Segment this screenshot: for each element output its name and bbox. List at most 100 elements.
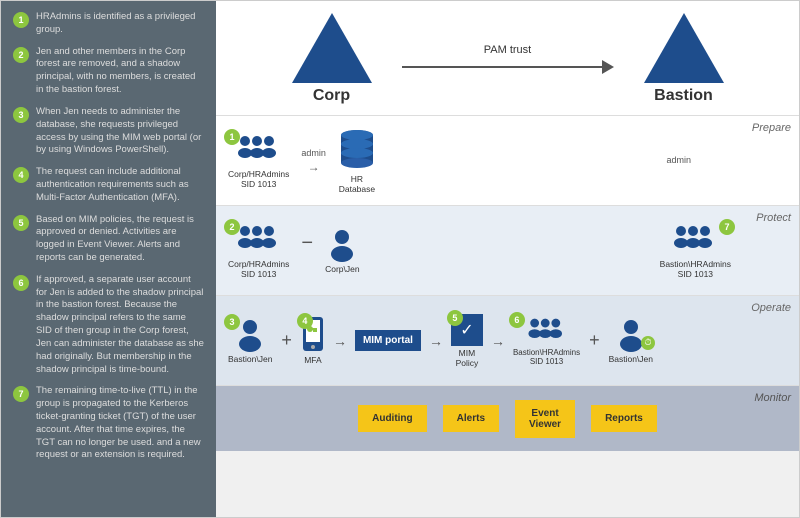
step-item: 6 If approved, a separate user account f…: [13, 274, 204, 377]
mim-portal-box: MIM portal: [355, 330, 421, 351]
bastion-hradmins: 7 Bastion\HRAdminsSID 1013: [660, 223, 731, 279]
step-number: 2: [13, 47, 29, 63]
arrow-shaft: [402, 66, 602, 68]
pam-trust-label: PAM trust: [484, 44, 531, 56]
bastion-hradmins-op-label: Bastion\HRAdminsSID 1013: [513, 348, 580, 366]
clock-icon: ⏱: [645, 337, 652, 348]
monitor-section: Monitor Auditing Alerts EventViewer Reports: [216, 386, 799, 451]
step-item: 5 Based on MIM policies, the request is …: [13, 214, 204, 265]
group-icon-bastion: [671, 223, 719, 257]
step-item: 3 When Jen needs to administer the datab…: [13, 106, 204, 157]
group-icon-protect: [235, 223, 283, 257]
sections-wrapper: Prepare 1: [216, 116, 799, 517]
plus1: +: [281, 330, 292, 351]
arrow-to-mim: →: [333, 333, 347, 349]
mfa-label: MFA: [304, 355, 321, 365]
step-item: 2 Jen and other members in the Corp fore…: [13, 46, 204, 97]
step1-badge: 1: [224, 129, 240, 145]
protect-content: 2 Corp/HRAdminsSID 1013 −: [228, 223, 787, 279]
prepare-section: Prepare 1: [216, 116, 799, 206]
prepare-content: 1 Corp/HRAdminsSID 1013: [228, 128, 787, 194]
clock-badge: ⏱: [641, 336, 655, 350]
corp-jen: Corp\Jen: [325, 228, 360, 274]
bastion-jen-op2: ⏱ Bastion\Jen: [609, 318, 653, 364]
step-number: 5: [13, 215, 29, 231]
monitor-btn-reports[interactable]: Reports: [591, 405, 657, 432]
hr-database-label: HRDatabase: [339, 174, 375, 194]
step-text: The request can include additional authe…: [36, 166, 204, 204]
group-icon-op: [523, 316, 571, 346]
step-number: 3: [13, 107, 29, 123]
step-number: 4: [13, 167, 29, 183]
corp-hradmins-protect: 2 Corp/HRAdminsSID 1013: [228, 223, 289, 279]
bastion-triangle: Bastion: [644, 13, 724, 105]
step-text: Based on MIM policies, the request is ap…: [36, 214, 204, 265]
mim-portal-label: MIM portal: [363, 335, 413, 346]
bastion-hradmins-label: Bastion\HRAdminsSID 1013: [660, 259, 731, 279]
step-item: 1 HRAdmins is identified as a privileged…: [13, 11, 204, 37]
operate-section: Operate 3 Bastion\Jen + 4: [216, 296, 799, 386]
person-icon-op2: [617, 318, 645, 352]
step-item: 7 The remaining time-to-live (TTL) in th…: [13, 385, 204, 462]
arrow-to-group: →: [491, 333, 505, 349]
monitor-btn-alerts[interactable]: Alerts: [443, 405, 499, 432]
left-panel: 1 HRAdmins is identified as a privileged…: [1, 1, 216, 517]
bastion-jen-op2-label: Bastion\Jen: [609, 354, 653, 364]
step-number: 7: [13, 386, 29, 402]
step-text: HRAdmins is identified as a privileged g…: [36, 11, 204, 37]
admin-arrow2: admin: [666, 155, 691, 167]
prepare-label: Prepare: [752, 122, 791, 134]
step6-badge: 6: [509, 312, 525, 328]
arrow-head: [602, 60, 614, 74]
monitor-label: Monitor: [754, 392, 791, 404]
operate-label: Operate: [751, 302, 791, 314]
admin-arrow1: admin →: [301, 148, 326, 174]
bastion-hradmins-op: 6 Bastion\HRAdminsSID 1013: [513, 316, 580, 366]
plus2: +: [589, 330, 600, 351]
step7-badge: 7: [719, 219, 735, 235]
step3-badge: 3: [224, 314, 240, 330]
corp-hradmins-group: 1 Corp/HRAdminsSID 1013: [228, 133, 289, 189]
bastion-triangle-shape: [644, 13, 724, 83]
corp-triangle: Corp: [292, 13, 372, 105]
step-text: The remaining time-to-live (TTL) in the …: [36, 385, 204, 462]
step5-badge: 5: [447, 310, 463, 326]
step4-badge: 4: [297, 313, 313, 329]
bastion-jen-op-label: Bastion\Jen: [228, 354, 272, 364]
step-text: If approved, a separate user account for…: [36, 274, 204, 377]
step-text: Jen and other members in the Corp forest…: [36, 46, 204, 97]
corp-hradmins-protect-label: Corp/HRAdminsSID 1013: [228, 259, 289, 279]
person-icon-protect: [328, 228, 356, 262]
step2-badge: 2: [224, 219, 240, 235]
person-icon-op1: [236, 318, 264, 352]
hr-database: HRDatabase: [338, 128, 376, 194]
step-text: When Jen needs to administer the databas…: [36, 106, 204, 157]
admin-text1: admin: [301, 148, 326, 158]
monitor-buttons[interactable]: Auditing Alerts EventViewer Reports: [358, 400, 657, 438]
db-icon-prepare: [338, 128, 376, 172]
admin-right-area: admin: [382, 155, 787, 167]
monitor-btn-auditing[interactable]: Auditing: [358, 405, 427, 432]
corp-hradmins-label: Corp/HRAdminsSID 1013: [228, 169, 289, 189]
mfa-item: 4 MFA: [301, 317, 325, 365]
arrow-from-mim: →: [429, 333, 443, 349]
protect-section: Protect 2 Corp/HRAdminsSID 10: [216, 206, 799, 296]
bastion-label: Bastion: [654, 87, 713, 105]
right-panel: Corp PAM trust Bastion Prepare: [216, 1, 799, 517]
mim-policy: 5 ✓ MIMPolicy: [451, 314, 483, 368]
step-number: 1: [13, 12, 29, 28]
bastion-jen-op: 3 Bastion\Jen: [228, 318, 272, 364]
right-arrow1: →: [308, 160, 320, 174]
minus-sign: −: [301, 232, 313, 255]
mim-policy-label: MIMPolicy: [456, 348, 479, 368]
operate-content: 3 Bastion\Jen + 4: [228, 314, 787, 368]
pam-trust-arrow: PAM trust: [402, 44, 614, 74]
step-item: 4 The request can include additional aut…: [13, 166, 204, 204]
admin-text2: admin: [666, 155, 691, 165]
arrow-line: [402, 60, 614, 74]
step-number: 6: [13, 275, 29, 291]
monitor-btn-event-viewer[interactable]: EventViewer: [515, 400, 575, 438]
group-icon-prepare: [235, 133, 283, 167]
mim-portal: MIM portal: [355, 330, 421, 351]
corp-jen-label: Corp\Jen: [325, 264, 360, 274]
